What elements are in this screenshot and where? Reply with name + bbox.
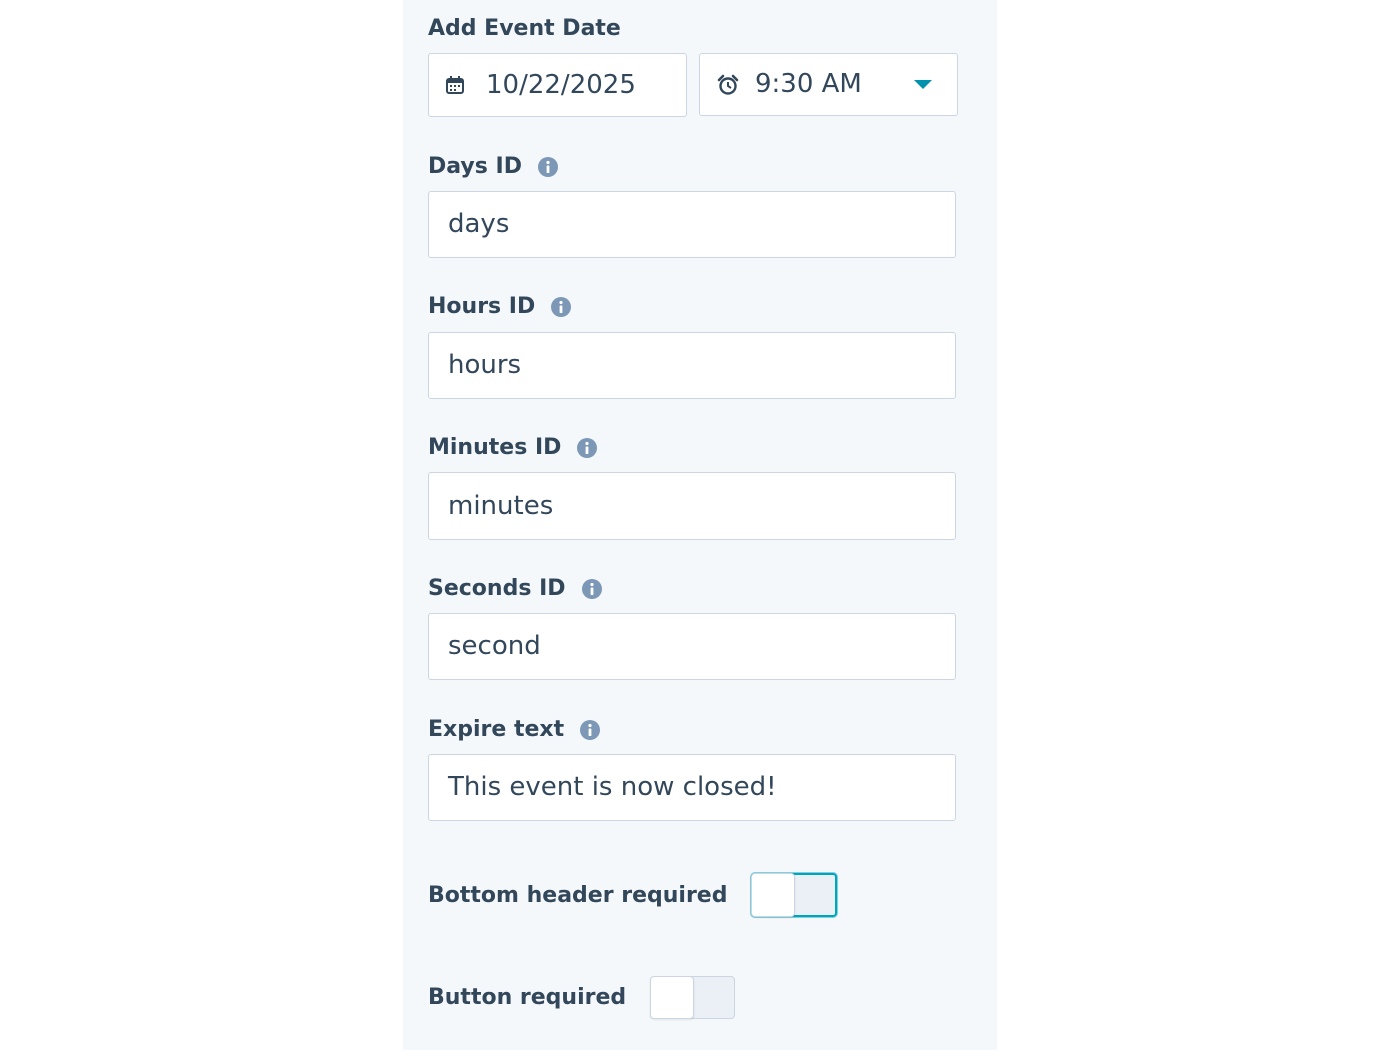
minutes-id-input[interactable]: minutes [428,472,956,540]
button-required-toggle-label: Button required [428,985,627,1010]
info-icon[interactable] [580,720,601,740]
event-date-label: Add Event Date [428,16,621,41]
hours-id-label-text: Hours ID [428,294,536,319]
info-icon[interactable] [577,438,598,458]
info-icon[interactable] [551,297,572,317]
alarm-clock-icon [717,74,739,95]
bottom-header-toggle-row: Bottom header required [428,873,838,917]
seconds-id-label: Seconds ID [428,574,602,604]
expire-text-label: Expire text [428,715,601,745]
toggle-knob [650,976,695,1019]
expire-text-input[interactable]: This event is now closed! [428,754,956,821]
seconds-id-label-text: Seconds ID [428,576,566,601]
bottom-header-toggle-label: Bottom header required [428,882,728,908]
calendar-icon [446,76,464,94]
hours-id-label: Hours ID [428,292,572,322]
info-icon[interactable] [537,157,558,177]
bottom-header-toggle[interactable] [751,873,838,917]
minutes-id-label-text: Minutes ID [428,435,562,460]
days-id-label-text: Days ID [428,154,522,179]
date-value: 10/22/2025 [486,70,636,100]
button-required-toggle[interactable] [650,976,736,1019]
days-id-label: Days ID [428,152,558,182]
time-value: 9:30 AM [755,69,862,99]
settings-panel: Add Event Date 10/22/2025 9:30 AM Days I… [403,0,997,1050]
expire-text-label-text: Expire text [428,717,565,742]
button-required-toggle-row: Button required [428,976,736,1019]
date-picker-field[interactable]: 10/22/2025 [428,53,687,117]
toggle-knob [751,873,796,917]
caret-down-icon[interactable] [914,80,932,89]
hours-id-input[interactable]: hours [428,332,956,399]
minutes-id-label: Minutes ID [428,433,598,463]
time-select-field[interactable]: 9:30 AM [699,53,958,116]
days-id-input[interactable]: days [428,191,956,258]
info-icon[interactable] [581,579,602,599]
seconds-id-input[interactable]: second [428,613,956,680]
